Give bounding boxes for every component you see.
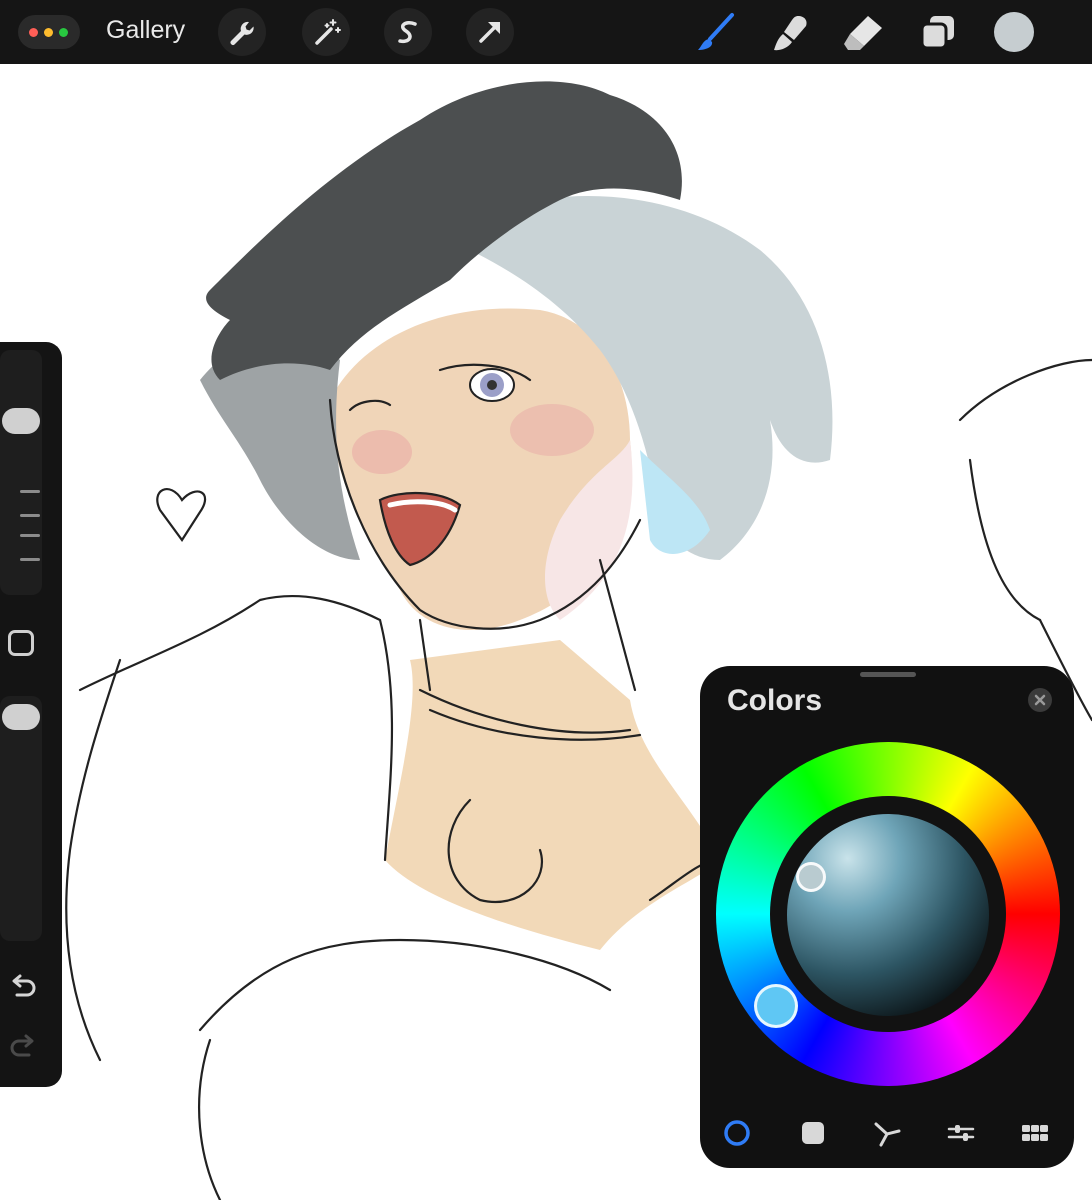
close-panel-button[interactable]	[1028, 688, 1052, 712]
wrench-icon	[230, 21, 254, 45]
panel-grip[interactable]	[860, 672, 916, 677]
actions-button[interactable]	[218, 8, 266, 56]
brush-size-slider[interactable]	[0, 350, 42, 595]
selection-s-icon	[398, 20, 417, 44]
eraser-icon[interactable]	[842, 10, 886, 54]
brush-icon[interactable]	[694, 10, 738, 54]
opacity-slider[interactable]	[0, 696, 42, 941]
modify-button[interactable]	[8, 630, 34, 656]
classic-icon[interactable]	[798, 1118, 828, 1148]
panel-title: Colors	[727, 684, 823, 717]
selection-button[interactable]	[384, 8, 432, 56]
saturation-handle[interactable]	[796, 862, 826, 892]
arrow-transform-icon	[479, 22, 500, 43]
window-controls[interactable]	[18, 15, 80, 49]
left-sidebar	[0, 342, 62, 1087]
adjustments-button[interactable]	[302, 8, 350, 56]
zoom-dot[interactable]	[59, 28, 68, 37]
minimize-dot[interactable]	[44, 28, 53, 37]
top-toolbar: Gallery	[0, 0, 1092, 64]
layers-icon[interactable]	[916, 10, 960, 54]
harmony-icon[interactable]	[872, 1118, 902, 1148]
saturation-brightness-disc[interactable]	[787, 814, 989, 1016]
brush-size-knob[interactable]	[2, 408, 40, 434]
close-dot[interactable]	[29, 28, 38, 37]
transform-button[interactable]	[466, 8, 514, 56]
undo-icon[interactable]	[8, 972, 38, 1002]
magic-wand-icon	[315, 19, 341, 45]
redo-icon[interactable]	[8, 1032, 38, 1062]
value-icon[interactable]	[946, 1118, 976, 1148]
smudge-icon[interactable]	[768, 10, 812, 54]
close-icon	[1034, 694, 1046, 706]
current-color-swatch[interactable]	[994, 12, 1034, 52]
disc-icon[interactable]	[722, 1118, 752, 1148]
hue-handle[interactable]	[754, 984, 798, 1028]
opacity-knob[interactable]	[2, 704, 40, 730]
gallery-button[interactable]: Gallery	[106, 16, 185, 45]
colors-panel: Colors	[700, 666, 1074, 1168]
palettes-icon[interactable]	[1020, 1118, 1050, 1148]
